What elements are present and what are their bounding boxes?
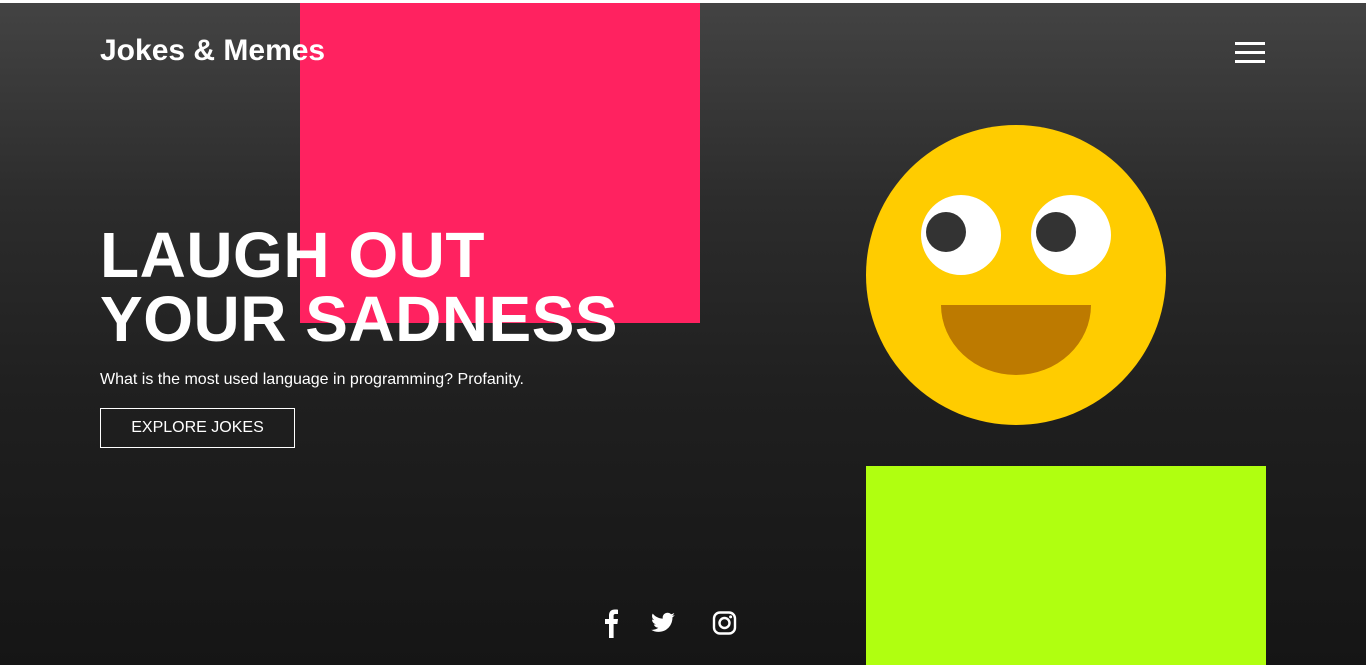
hero-title-line-2: YOUR SADNESS — [100, 283, 619, 355]
hero-section: Jokes & Memes LAUGH OUT YOUR SADNESS Wha… — [0, 3, 1366, 665]
instagram-icon[interactable] — [712, 608, 738, 638]
hero-title: LAUGH OUT YOUR SADNESS — [100, 223, 618, 351]
smiley-left-pupil — [926, 212, 966, 252]
explore-jokes-button[interactable]: EXPLORE JOKES — [100, 408, 295, 448]
lime-decorative-block — [866, 466, 1266, 665]
smiley-right-pupil — [1036, 212, 1076, 252]
smiley-face-icon — [866, 125, 1166, 425]
smiley-face-circle — [866, 125, 1166, 425]
hero-title-line-1: LAUGH OUT — [100, 219, 485, 291]
brand-logo-text[interactable]: Jokes & Memes — [100, 33, 325, 69]
twitter-icon[interactable] — [650, 608, 676, 638]
hamburger-menu-icon[interactable] — [1234, 41, 1266, 63]
hero-subtitle: What is the most used language in progra… — [100, 371, 524, 388]
facebook-icon[interactable] — [602, 608, 624, 638]
